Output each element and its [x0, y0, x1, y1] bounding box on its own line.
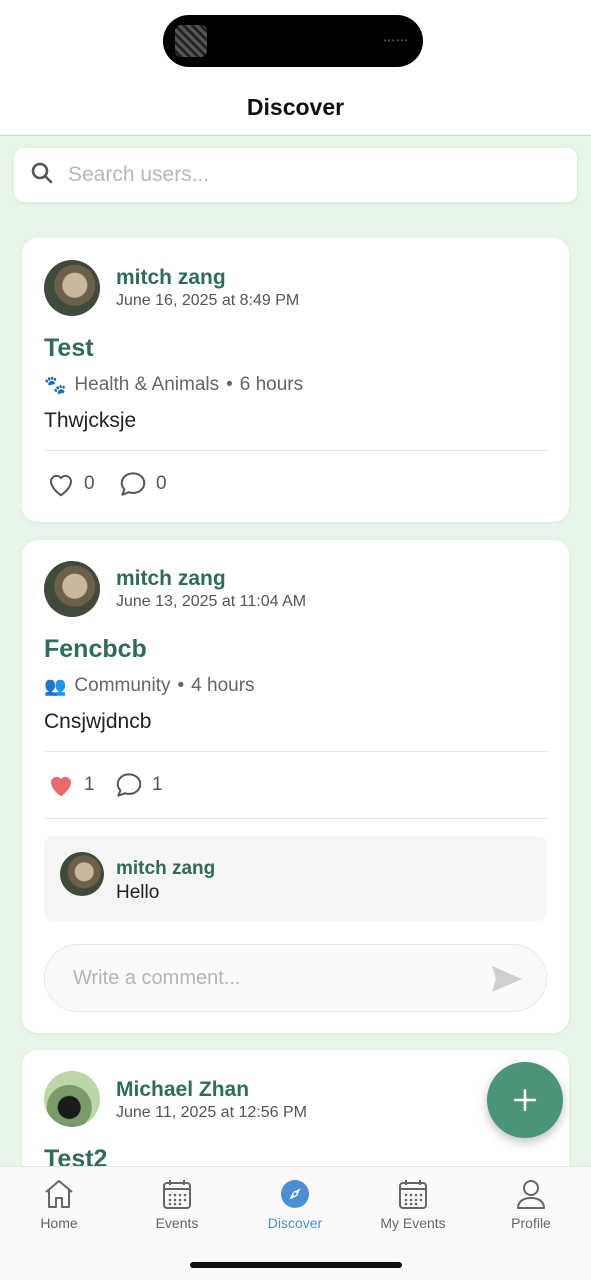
post-username[interactable]: mitch zang	[116, 567, 226, 591]
tab-home[interactable]: Home	[0, 1177, 118, 1231]
status-bar: ⋯⋯	[0, 0, 591, 80]
like-count: 0	[84, 473, 95, 494]
divider	[44, 450, 547, 451]
nav-header: Discover	[0, 80, 591, 136]
heart-icon	[49, 474, 73, 497]
post-duration: 4 hours	[191, 675, 255, 696]
comment-count: 0	[156, 473, 167, 494]
post-username[interactable]: Michael Zhan	[116, 1078, 249, 1102]
like-count: 1	[84, 774, 95, 795]
people-icon: 👥	[44, 675, 67, 696]
comment-icon	[120, 472, 146, 496]
tab-discover[interactable]: Discover	[236, 1177, 354, 1231]
calendar-icon	[399, 1180, 427, 1209]
paw-icon: 🐾	[44, 374, 67, 395]
avatar[interactable]	[44, 1071, 100, 1127]
create-post-button[interactable]	[487, 1062, 563, 1138]
meta-separator: •	[226, 374, 233, 395]
post-duration: 6 hours	[239, 374, 304, 395]
compass-icon	[281, 1180, 309, 1208]
plus-icon	[513, 1088, 537, 1112]
post-username[interactable]: mitch zang	[116, 266, 226, 290]
person-icon	[517, 1180, 545, 1209]
post-timestamp: June 16, 2025 at 8:49 PM	[116, 292, 300, 309]
send-icon[interactable]	[490, 963, 524, 995]
like-button[interactable]: 1	[46, 770, 95, 800]
post-category: Health & Animals	[74, 374, 220, 395]
post-title[interactable]: Test	[44, 334, 94, 363]
divider	[44, 751, 547, 752]
home-icon	[45, 1180, 73, 1208]
page-title: Discover	[246, 94, 345, 120]
post-category: Community	[74, 675, 171, 696]
post-meta: 👥 Community • 4 hours	[44, 675, 255, 697]
calendar-icon	[163, 1180, 191, 1209]
divider	[44, 818, 547, 819]
comment-icon	[116, 773, 142, 797]
post-timestamp: June 13, 2025 at 11:04 AM	[116, 593, 307, 610]
comment-input-bar[interactable]	[44, 944, 547, 1012]
comment-input[interactable]	[73, 966, 473, 990]
tab-label: My Events	[380, 1215, 446, 1231]
home-indicator	[190, 1262, 402, 1268]
audio-wave-icon: ⋯⋯	[383, 33, 409, 47]
avatar[interactable]	[44, 260, 100, 316]
tab-profile[interactable]: Profile	[472, 1177, 590, 1231]
comment-button[interactable]: 0	[118, 469, 167, 499]
tab-label: Events	[155, 1215, 199, 1231]
comment-button[interactable]: 1	[114, 770, 163, 800]
post-card: mitch zang June 13, 2025 at 11:04 AM Fen…	[22, 540, 569, 1033]
dynamic-island: ⋯⋯	[163, 15, 423, 67]
post-meta: 🐾 Health & Animals • 6 hours	[44, 374, 303, 396]
tab-my-events[interactable]: My Events	[354, 1177, 472, 1231]
tab-label: Profile	[511, 1215, 551, 1231]
post-body: Cnsjwjdncb	[44, 710, 152, 733]
post-title[interactable]: Fencbcb	[44, 635, 147, 664]
tab-label: Discover	[267, 1215, 323, 1231]
search-icon	[30, 161, 54, 190]
comment-item: mitch zang Hello	[44, 836, 547, 921]
search-bar[interactable]	[14, 148, 577, 202]
like-button[interactable]: 0	[46, 469, 95, 499]
avatar[interactable]	[44, 561, 100, 617]
meta-separator: •	[177, 675, 185, 696]
tab-label: Home	[40, 1215, 78, 1231]
comment-username[interactable]: mitch zang	[116, 858, 215, 880]
heart-filled-icon	[51, 776, 71, 797]
post-body: Thwjcksje	[44, 409, 137, 432]
search-input[interactable]	[68, 163, 548, 187]
post-timestamp: June 11, 2025 at 12:56 PM	[116, 1104, 307, 1121]
post-card: mitch zang June 16, 2025 at 8:49 PM Test…	[22, 238, 569, 522]
comment-count: 1	[152, 774, 163, 795]
avatar[interactable]	[60, 852, 104, 896]
now-playing-thumbnail	[175, 25, 207, 57]
comment-text: Hello	[116, 882, 160, 903]
tab-events[interactable]: Events	[118, 1177, 236, 1231]
